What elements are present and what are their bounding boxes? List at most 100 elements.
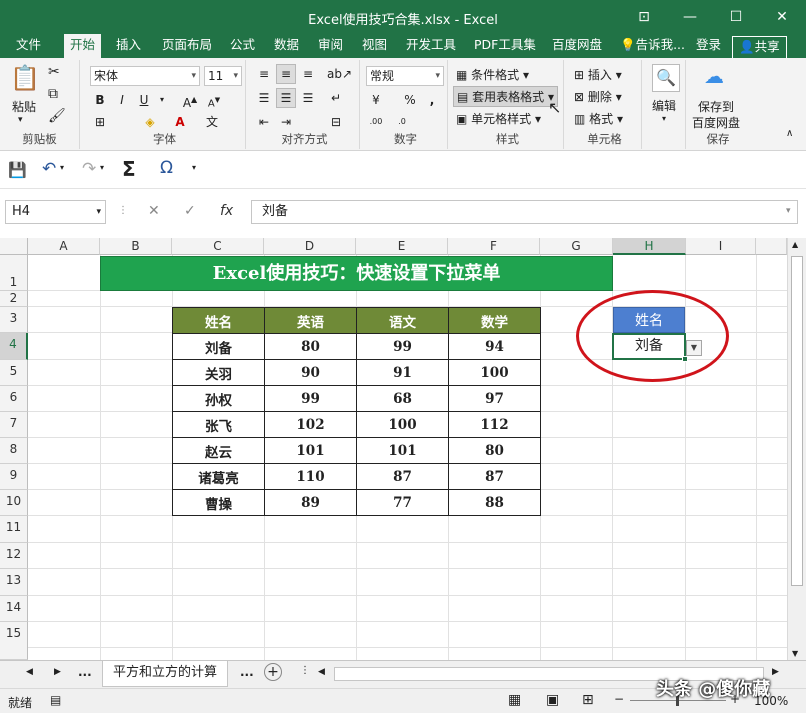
expand-formula-icon[interactable]: ▾ [786,200,791,224]
table-cell[interactable]: 90 [264,359,357,386]
borders-icon[interactable]: ⊞ [90,112,110,132]
table-cell[interactable]: 诸葛亮 [172,463,265,490]
tab-data[interactable]: 数据 [268,34,305,58]
header-cell-chinese[interactable]: 语文 [356,307,449,334]
table-cell[interactable]: 曹操 [172,489,265,516]
tab-file[interactable]: 文件 [10,34,47,58]
share-button[interactable]: 👤共享 [732,36,787,58]
close-button[interactable]: ✕ [762,4,802,30]
tell-me-box[interactable]: 💡告诉我... [614,34,691,58]
table-cell[interactable]: 68 [356,385,449,412]
tab-baidu[interactable]: 百度网盘 [546,34,608,58]
row-header-2[interactable]: 2 [0,291,28,307]
table-cell[interactable]: 102 [264,411,357,438]
underline-dropdown-icon[interactable]: ▾ [152,90,172,110]
grow-font-icon[interactable]: A▲ [180,90,200,110]
currency-icon[interactable]: ¥ [366,90,386,110]
copy-icon[interactable]: ⧉ [48,86,58,102]
sheet-tab-active[interactable]: 平方和立方的计算 [102,661,228,687]
table-cell[interactable]: 88 [448,489,541,516]
scroll-left-icon[interactable]: ◀ [318,667,325,677]
table-cell[interactable]: 101 [264,437,357,464]
font-color-icon[interactable]: A [170,112,190,132]
row-header-11[interactable]: 11 [0,516,28,543]
save-to-line2[interactable]: 百度网盘 [692,114,740,131]
scroll-right-icon[interactable]: ▶ [772,667,779,677]
column-header-g[interactable]: G [540,238,613,255]
table-cell[interactable]: 101 [356,437,449,464]
comma-style-icon[interactable]: , [422,90,442,110]
page-break-view-icon[interactable]: ⊞ [582,692,594,708]
redo-icon[interactable]: ↷ [82,159,96,179]
select-all-corner[interactable] [0,238,28,255]
format-cells-button[interactable]: ▥ 格式 ▾ [574,110,623,127]
table-cell[interactable]: 100 [356,411,449,438]
login-link[interactable]: 登录 [690,34,727,58]
table-cell[interactable]: 100 [448,359,541,386]
delete-cells-button[interactable]: ⊠ 删除 ▾ [574,88,622,105]
paste-icon[interactable]: 📋 [10,64,40,92]
minimize-button[interactable]: — [670,4,710,30]
tab-developer[interactable]: 开发工具 [400,34,462,58]
underline-icon[interactable]: U [134,90,154,110]
italic-icon[interactable]: I [112,90,132,110]
align-top-icon[interactable]: ≡ [254,64,274,84]
normal-view-icon[interactable]: ▦ [508,692,521,708]
search-icon[interactable]: 🔍 [652,64,680,92]
align-right-icon[interactable]: ☰ [298,88,318,108]
table-cell[interactable]: 80 [264,333,357,360]
header-cell-math[interactable]: 数学 [448,307,541,334]
table-cell[interactable]: 87 [356,463,449,490]
decrease-decimal-icon[interactable]: .0 [392,112,412,132]
insert-function-icon[interactable]: fx [220,200,233,224]
format-painter-icon[interactable]: 🖌 [48,108,66,124]
merge-center-icon[interactable]: ⊟ [326,112,346,132]
table-cell[interactable]: 89 [264,489,357,516]
customize-qat-icon[interactable]: ▾ [192,163,196,172]
prev-sheet-icon[interactable]: ◀ [26,667,33,677]
align-middle-icon[interactable]: ≡ [276,64,296,84]
cell-styles-button[interactable]: ▣ 单元格样式 ▾ [456,110,541,127]
align-bottom-icon[interactable]: ≡ [298,64,318,84]
header-cell-name[interactable]: 姓名 [172,307,265,334]
header-cell-english[interactable]: 英语 [264,307,357,334]
font-size-select[interactable]: 11 ▾ [204,66,242,86]
save-icon[interactable]: 💾 [8,161,27,179]
table-cell[interactable]: 孙权 [172,385,265,412]
more-sheets-right[interactable]: ... [240,665,254,679]
enter-icon[interactable]: ✓ [184,200,196,224]
orientation-icon[interactable]: ab↗ [326,64,352,84]
table-cell[interactable]: 刘备 [172,333,265,360]
font-name-select[interactable]: 宋体 ▾ [90,66,200,86]
scroll-up-icon[interactable]: ▲ [792,240,798,249]
paste-button[interactable]: 粘贴 [12,98,36,115]
table-cell[interactable]: 91 [356,359,449,386]
table-cell[interactable]: 110 [264,463,357,490]
row-header-12[interactable]: 12 [0,543,28,569]
collapse-ribbon-icon[interactable]: ∧ [786,128,793,139]
save-to-line1[interactable]: 保存到 [698,98,734,115]
shrink-font-icon[interactable]: A▼ [204,90,224,110]
align-left-icon[interactable]: ☰ [254,88,274,108]
increase-indent-icon[interactable]: ⇥ [276,112,296,132]
row-header-1[interactable]: 1 [0,255,28,291]
column-header-j[interactable] [756,238,787,255]
table-cell[interactable]: 张飞 [172,411,265,438]
cancel-icon[interactable]: ✕ [148,200,160,224]
row-header-7[interactable]: 7 [0,412,28,438]
add-sheet-icon[interactable]: + [264,663,282,681]
next-sheet-icon[interactable]: ▶ [54,667,61,677]
column-header-f[interactable]: F [448,238,540,255]
column-header-e[interactable]: E [356,238,448,255]
tab-page-layout[interactable]: 页面布局 [156,34,218,58]
scroll-down-icon[interactable]: ▼ [792,649,798,658]
paste-dropdown-icon[interactable]: ▾ [18,115,23,125]
more-sheets-left[interactable]: ... [78,665,92,679]
insert-cells-button[interactable]: ⊞ 插入 ▾ [574,66,622,83]
table-cell[interactable]: 99 [356,333,449,360]
page-layout-view-icon[interactable]: ▣ [546,692,559,708]
row-header-4[interactable]: 4 [0,333,28,360]
ribbon-display-icon[interactable]: ⊡ [624,4,664,30]
tab-insert[interactable]: 插入 [110,34,147,58]
row-header-13[interactable]: 13 [0,569,28,596]
